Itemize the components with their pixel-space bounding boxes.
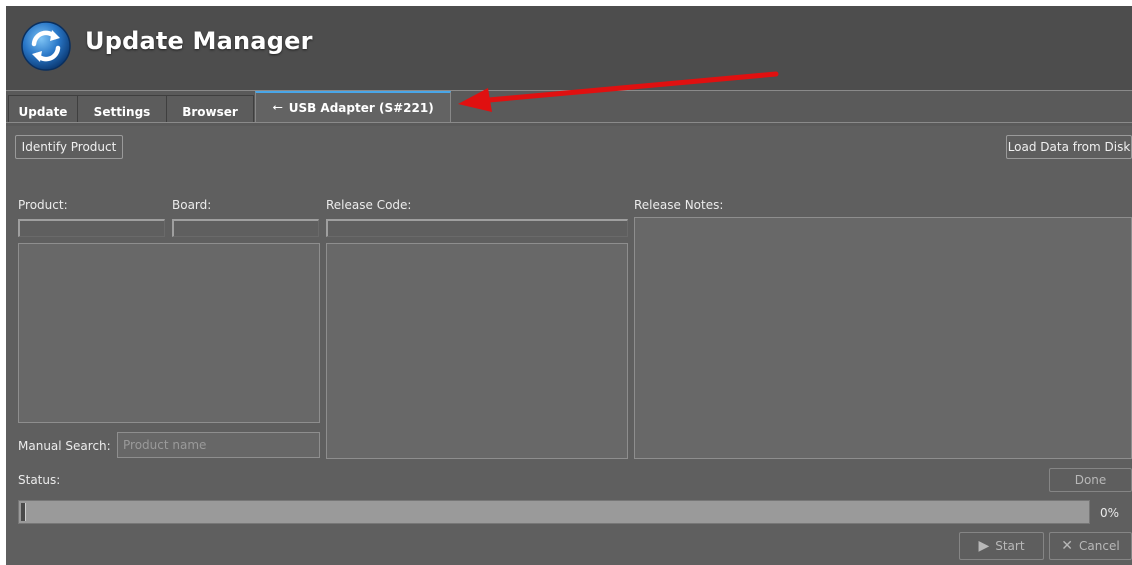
load-data-button[interactable]: Load Data from Disk	[1006, 135, 1132, 159]
refresh-icon	[21, 21, 71, 71]
release-code-list[interactable]	[326, 243, 628, 459]
app-title: Update Manager	[85, 27, 313, 55]
tab-settings[interactable]: Settings	[77, 95, 167, 122]
board-label: Board:	[172, 198, 212, 212]
app-header: Update Manager	[6, 6, 1132, 90]
tab-bar: Update Settings Browser ⭠ USB Adapter (S…	[6, 91, 1132, 126]
manual-search-label: Manual Search:	[18, 439, 111, 453]
tab-browser[interactable]: Browser	[166, 95, 254, 122]
tab-update[interactable]: Update	[8, 95, 78, 122]
identify-product-button[interactable]: Identify Product	[15, 135, 123, 159]
start-label: Start	[995, 539, 1025, 553]
done-button[interactable]: Done	[1049, 468, 1132, 492]
progress-bar	[18, 500, 1090, 524]
x-icon: ✕	[1061, 538, 1074, 554]
manual-search-input[interactable]	[117, 432, 320, 458]
update-manager-window: Update Manager Update Settings Browser ⭠…	[6, 6, 1132, 565]
product-field	[18, 219, 165, 237]
status-label: Status:	[18, 473, 61, 487]
tab-divider	[6, 122, 1132, 123]
release-code-field	[326, 219, 628, 237]
progress-fill	[21, 503, 26, 521]
tab-usb-adapter[interactable]: ⭠ USB Adapter (S#221)	[255, 91, 451, 122]
progress-percent: 0%	[1100, 506, 1120, 520]
play-icon: ▶	[978, 538, 990, 554]
release-notes-label: Release Notes:	[634, 198, 724, 212]
product-label: Product:	[18, 198, 68, 212]
cancel-label: Cancel	[1079, 539, 1120, 553]
usb-icon: ⭠	[272, 100, 283, 115]
release-notes-panel[interactable]	[634, 217, 1132, 459]
tab-usb-adapter-label: USB Adapter (S#221)	[288, 100, 434, 115]
board-field	[172, 219, 319, 237]
cancel-button[interactable]: ✕ Cancel	[1049, 532, 1132, 560]
product-list[interactable]	[18, 243, 320, 423]
release-code-label: Release Code:	[326, 198, 412, 212]
start-button[interactable]: ▶ Start	[959, 532, 1044, 560]
